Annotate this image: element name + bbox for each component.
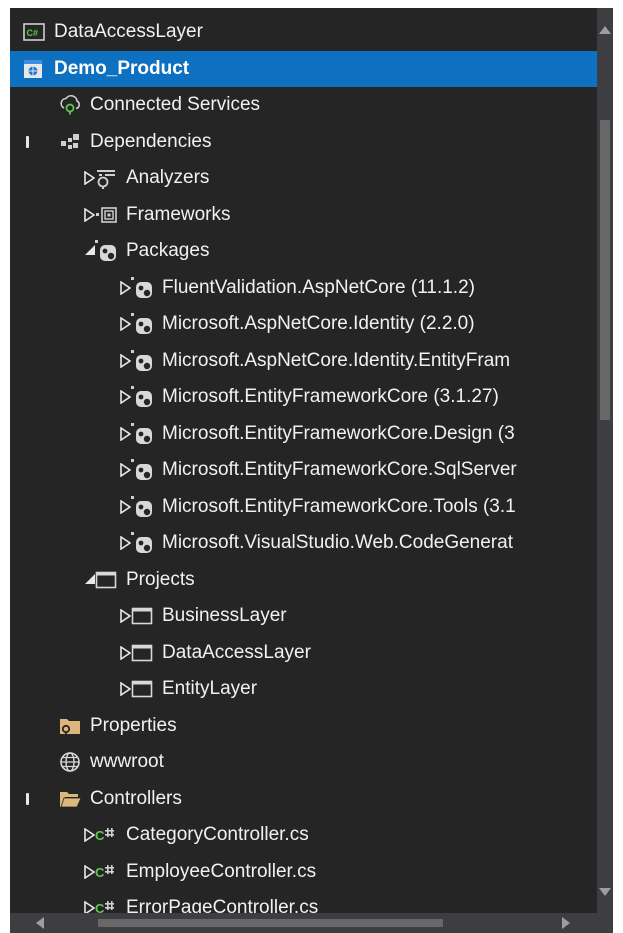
tree-item-microsoft-aspnetcore-identity-entityfram[interactable]: Microsoft.AspNetCore.Identity.EntityFram bbox=[10, 343, 597, 379]
csharp-file-icon: C bbox=[94, 823, 118, 847]
tree-item-categorycontroller-cs[interactable]: C CategoryController.cs bbox=[10, 817, 597, 853]
tree-item-label: Analyzers bbox=[126, 167, 210, 188]
tree-item-frameworks[interactable]: Frameworks bbox=[10, 197, 597, 233]
framework-icon bbox=[94, 203, 118, 227]
web-project-icon bbox=[22, 57, 46, 81]
tree-item-label: Microsoft.AspNetCore.Identity.EntityFram bbox=[162, 349, 511, 371]
tree-item-fluentvalidation-aspnetcore-11-1-2[interactable]: FluentValidation.AspNetCore (11.1.2) bbox=[10, 270, 597, 306]
tree-item-wwwroot[interactable]: wwwroot bbox=[10, 744, 597, 780]
tree-item-microsoft-entityframeworkcore-sqlserver[interactable]: Microsoft.EntityFrameworkCore.SqlServer bbox=[10, 452, 597, 488]
csharp-file-icon: C bbox=[94, 860, 118, 884]
package-icon bbox=[130, 276, 154, 300]
tree-item-label: EmployeeController.cs bbox=[126, 860, 317, 882]
dependencies-icon bbox=[58, 130, 82, 154]
project-reference-icon bbox=[130, 604, 154, 628]
tree-item-microsoft-entityframeworkcore-design-3[interactable]: Microsoft.EntityFrameworkCore.Design (3 bbox=[10, 416, 597, 452]
csharp-project-icon: C# bbox=[22, 20, 46, 44]
tree-item-label: BusinessLayer bbox=[162, 605, 287, 626]
project-reference-icon bbox=[130, 677, 154, 701]
tree-item-microsoft-visualstudio-web-codegenerat[interactable]: Microsoft.VisualStudio.Web.CodeGenerat bbox=[10, 525, 597, 561]
svg-text:C: C bbox=[95, 828, 105, 843]
project-reference-icon bbox=[94, 568, 118, 592]
vertical-scrollbar[interactable] bbox=[597, 8, 613, 913]
scroll-up-arrow-icon[interactable] bbox=[599, 26, 611, 34]
horizontal-scrollbar[interactable] bbox=[10, 913, 597, 933]
svg-text:C: C bbox=[95, 901, 105, 913]
package-icon bbox=[130, 531, 154, 555]
scrollbar-corner bbox=[597, 913, 613, 933]
tree-item-label: Microsoft.VisualStudio.Web.CodeGenerat bbox=[162, 532, 513, 553]
tree-item-label: FluentValidation.AspNetCore (11.1.2) bbox=[162, 276, 475, 298]
tree-item-label: Dependencies bbox=[90, 130, 212, 152]
tree-item-label: Microsoft.EntityFrameworkCore (3.1.27) bbox=[162, 386, 499, 407]
tree-item-properties[interactable]: Properties bbox=[10, 708, 597, 744]
tree-item-microsoft-aspnetcore-identity-2-2-0[interactable]: Microsoft.AspNetCore.Identity (2.2.0) bbox=[10, 306, 597, 342]
tree-item-dependencies[interactable]: Dependencies bbox=[10, 124, 597, 160]
solution-explorer: C# DataAccessLayer Demo_Product Connected S… bbox=[10, 8, 613, 933]
tree-item-label: ErrorPageController.cs bbox=[126, 897, 319, 913]
svg-text:C: C bbox=[95, 865, 105, 880]
connected-services-icon bbox=[58, 93, 82, 117]
analyzer-icon bbox=[94, 166, 118, 190]
csharp-file-icon: C bbox=[94, 896, 118, 913]
scroll-down-arrow-icon[interactable] bbox=[599, 888, 611, 896]
tree-item-label: CategoryController.cs bbox=[126, 824, 309, 845]
project-reference-icon bbox=[130, 641, 154, 665]
tree-item-label: Microsoft.EntityFrameworkCore.Tools (3.1 bbox=[162, 495, 516, 517]
solution-tree: C# DataAccessLayer Demo_Product Connected S… bbox=[10, 8, 597, 913]
tree-item-employeecontroller-cs[interactable]: C EmployeeController.cs bbox=[10, 854, 597, 890]
tree-item-demo-product[interactable]: Demo_Product bbox=[10, 50, 597, 87]
tree-item-label: Demo_Product bbox=[54, 57, 190, 79]
folder-open-icon bbox=[58, 787, 82, 811]
scroll-left-arrow-icon[interactable] bbox=[36, 917, 44, 929]
vertical-scroll-thumb[interactable] bbox=[600, 120, 610, 420]
tree-item-dataaccesslayer[interactable]: DataAccessLayer bbox=[10, 635, 597, 671]
package-icon bbox=[130, 349, 154, 373]
package-icon bbox=[130, 422, 154, 446]
tree-item-label: Microsoft.EntityFrameworkCore.SqlServer bbox=[162, 459, 517, 480]
tree-item-label: Controllers bbox=[90, 787, 182, 809]
package-icon bbox=[130, 312, 154, 336]
package-icon bbox=[130, 458, 154, 482]
globe-icon bbox=[58, 750, 82, 774]
tree-item-label: Connected Services bbox=[90, 94, 261, 115]
tree-item-label: Packages bbox=[126, 240, 210, 261]
tree-item-label: EntityLayer bbox=[162, 678, 258, 699]
tree-item-label: wwwroot bbox=[90, 751, 164, 772]
tree-item-packages[interactable]: Packages bbox=[10, 233, 597, 269]
tree-item-label: Properties bbox=[90, 714, 177, 736]
tree-item-projects[interactable]: Projects bbox=[10, 562, 597, 598]
tree-item-label: DataAccessLayer bbox=[54, 21, 203, 42]
tree-item-label: Projects bbox=[126, 568, 195, 590]
tree-item-microsoft-entityframeworkcore-3-1-27[interactable]: Microsoft.EntityFrameworkCore (3.1.27) bbox=[10, 379, 597, 415]
tree-item-label: Frameworks bbox=[126, 203, 231, 225]
package-icon bbox=[130, 495, 154, 519]
tree-item-microsoft-entityframeworkcore-tools-3-1[interactable]: Microsoft.EntityFrameworkCore.Tools (3.1 bbox=[10, 489, 597, 525]
package-icon bbox=[94, 239, 118, 263]
tree-item-dataaccesslayer[interactable]: C# DataAccessLayer bbox=[10, 14, 597, 50]
tree-item-label: Microsoft.AspNetCore.Identity (2.2.0) bbox=[162, 313, 475, 334]
svg-text:C#: C# bbox=[27, 28, 39, 38]
properties-folder-icon bbox=[58, 714, 82, 738]
tree-item-controllers[interactable]: Controllers bbox=[10, 781, 597, 817]
tree-item-analyzers[interactable]: Analyzers bbox=[10, 160, 597, 196]
tree-item-businesslayer[interactable]: BusinessLayer bbox=[10, 598, 597, 634]
tree-item-label: Microsoft.EntityFrameworkCore.Design (3 bbox=[162, 422, 515, 444]
horizontal-scroll-thumb[interactable] bbox=[98, 919, 443, 927]
tree-item-connected-services[interactable]: Connected Services bbox=[10, 87, 597, 123]
expand-marker bbox=[26, 792, 29, 805]
package-icon bbox=[130, 385, 154, 409]
tree-item-errorpagecontroller-cs[interactable]: C ErrorPageController.cs bbox=[10, 890, 597, 913]
tree-item-label: DataAccessLayer bbox=[162, 641, 311, 663]
tree-item-entitylayer[interactable]: EntityLayer bbox=[10, 671, 597, 707]
scroll-right-arrow-icon[interactable] bbox=[562, 917, 570, 929]
expand-marker bbox=[26, 135, 29, 148]
